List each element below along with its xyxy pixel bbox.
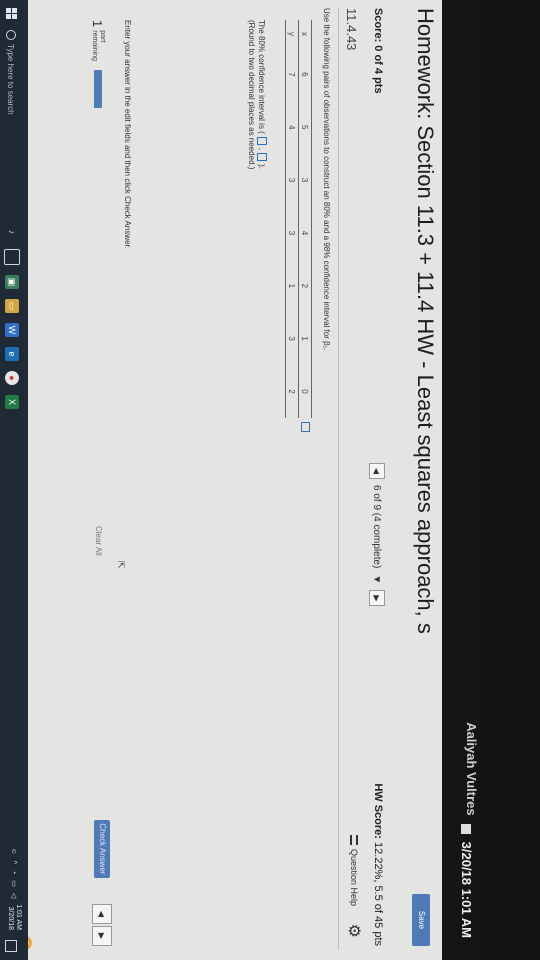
progress-bar	[94, 69, 102, 108]
next-arrow-button[interactable]: ▶	[92, 926, 112, 946]
rounding-note: (Round to two decimal places as needed.)	[247, 20, 256, 170]
table-cell: 4	[298, 206, 312, 260]
taskbar-clock[interactable]: 1:01 AM 3/20/18	[6, 904, 22, 930]
table-cell: 3	[285, 206, 299, 260]
volume-icon[interactable]: ◁	[10, 893, 18, 898]
score-label: Score: 0 of 4 pts	[372, 8, 384, 94]
edge-icon[interactable]: e	[5, 347, 19, 361]
notification-icon[interactable]	[5, 940, 17, 952]
chevron-down-icon: ▼	[371, 574, 383, 585]
question-arrows: ◀ ▶	[92, 904, 112, 946]
parts-label: part remaining	[90, 30, 106, 61]
clear-all-button[interactable]: Clear All	[94, 526, 103, 556]
hw-score: HW Score: 12.22%, 5.5 of 45 pts	[372, 783, 384, 946]
people-icon[interactable]: ☺	[11, 848, 18, 855]
table-cell: 6	[298, 48, 312, 101]
table-cell-label: x	[298, 20, 312, 48]
taskbar-apps: ♪ ▣ ▭ W e ● X	[4, 225, 20, 409]
taskbar-search[interactable]: Type here to search	[3, 30, 19, 190]
prev-arrow-button[interactable]: ◀	[92, 904, 112, 924]
window-titlebar-info: Aaliyah Vultres 3/20/18 1:01 AM	[459, 722, 479, 938]
ci-close: ).	[257, 164, 267, 169]
parts-label-2: remaining	[91, 30, 98, 61]
battery-icon[interactable]: ▭	[10, 880, 18, 887]
question-help-label: Question Help	[349, 848, 359, 906]
ci-label: The 80% confidence interval is (	[257, 20, 267, 134]
table-cell: 3	[285, 312, 299, 366]
mouse-cursor-icon: ⇱	[116, 561, 126, 569]
table-cell: 2	[298, 259, 312, 313]
save-button[interactable]: Save	[412, 894, 430, 946]
hw-score-value: 12.22%, 5.5 of 45 pts	[372, 842, 384, 946]
question-progress-dropdown[interactable]: 6 of 9 (4 complete)	[372, 485, 383, 568]
table-row-x: x 6 5 3 4 2 1 0	[298, 20, 312, 418]
prev-question-button[interactable]: ◀	[369, 463, 385, 479]
user-icon	[461, 823, 472, 834]
question-navigator: ◀ 6 of 9 (4 complete) ▼ ▶	[369, 463, 385, 607]
network-icon[interactable]: ◔	[11, 870, 18, 874]
copy-table-icon[interactable]	[301, 422, 310, 432]
user-name: Aaliyah Vultres	[464, 722, 479, 816]
table-cell: 1	[285, 259, 299, 313]
table-cell-label: y	[285, 20, 299, 48]
gear-icon[interactable]: ⚙	[344, 924, 364, 938]
top-datetime: 3/20/18 1:01 AM	[459, 841, 474, 938]
table-cell: 1	[298, 312, 312, 366]
table-cell: 7	[285, 48, 299, 101]
question-help-button[interactable]: Question Help	[349, 834, 359, 906]
chrome-icon[interactable]: ●	[5, 371, 19, 385]
table-cell: 5	[298, 100, 312, 154]
parts-count: 1	[90, 20, 106, 28]
next-question-button[interactable]: ▶	[369, 590, 385, 607]
table-cell: 2	[285, 365, 299, 418]
clock-date: 3/20/18	[7, 906, 14, 930]
task-view-icon[interactable]	[4, 249, 20, 265]
rotated-monitor: Aaliyah Vultres 3/20/18 1:01 AM Homework…	[0, 0, 480, 960]
table-cell: 3	[285, 153, 299, 207]
browser-screen: Homework: Section 11.3 + 11.4 HW - Least…	[0, 0, 442, 960]
observations-table: x 6 5 3 4 2 1 0 y 7 4 3 3 1 3 2	[285, 20, 312, 418]
clock-time: 1:01 AM	[15, 904, 22, 930]
parts-remaining: 1 part remaining	[90, 20, 106, 108]
hw-score-label: HW Score:	[372, 783, 384, 839]
divider	[338, 8, 339, 950]
question-instruction: Use the following pairs of observations …	[322, 8, 331, 351]
parts-label-1: part	[99, 30, 106, 43]
table-cell: 4	[285, 100, 299, 154]
taskbar-search-placeholder: Type here to search	[6, 44, 16, 115]
chevron-up-icon[interactable]: ^	[11, 861, 18, 864]
list-icon	[350, 834, 358, 845]
enter-instruction: Enter your answer in the edit fields and…	[123, 20, 132, 250]
ci-separator: ,	[257, 147, 267, 151]
homework-title: Homework: Section 11.3 + 11.4 HW - Least…	[413, 8, 438, 634]
windows-taskbar: Type here to search ♪ ▣ ▭ W e ● X ☺ ^ ◔ …	[0, 0, 28, 960]
check-answer-button[interactable]: Check Answer	[94, 820, 110, 878]
ci-upper-input[interactable]	[257, 153, 267, 162]
excel-icon[interactable]: X	[5, 395, 19, 409]
microphone-icon[interactable]: ♪	[5, 225, 19, 239]
cortana-icon	[6, 30, 16, 40]
photo-frame: Aaliyah Vultres 3/20/18 1:01 AM Homework…	[0, 0, 540, 960]
monitor-top-bar: Aaliyah Vultres 3/20/18 1:01 AM	[442, 0, 480, 960]
store-icon[interactable]: ▣	[5, 275, 19, 289]
table-cell: 3	[298, 153, 312, 207]
file-explorer-icon[interactable]: ▭	[5, 299, 19, 313]
table-cell: 0	[298, 365, 312, 418]
word-icon[interactable]: W	[5, 323, 19, 337]
question-number: 11.4.43	[344, 8, 359, 51]
confidence-interval-prompt: The 80% confidence interval is ( , ).	[257, 20, 267, 169]
table-row-y: y 7 4 3 3 1 3 2	[285, 20, 299, 418]
windows-start-icon[interactable]	[6, 8, 17, 19]
ci-lower-input[interactable]	[257, 136, 267, 145]
system-tray: ☺ ^ ◔ ▭ ◁ 1:01 AM 3/20/18	[6, 848, 22, 930]
